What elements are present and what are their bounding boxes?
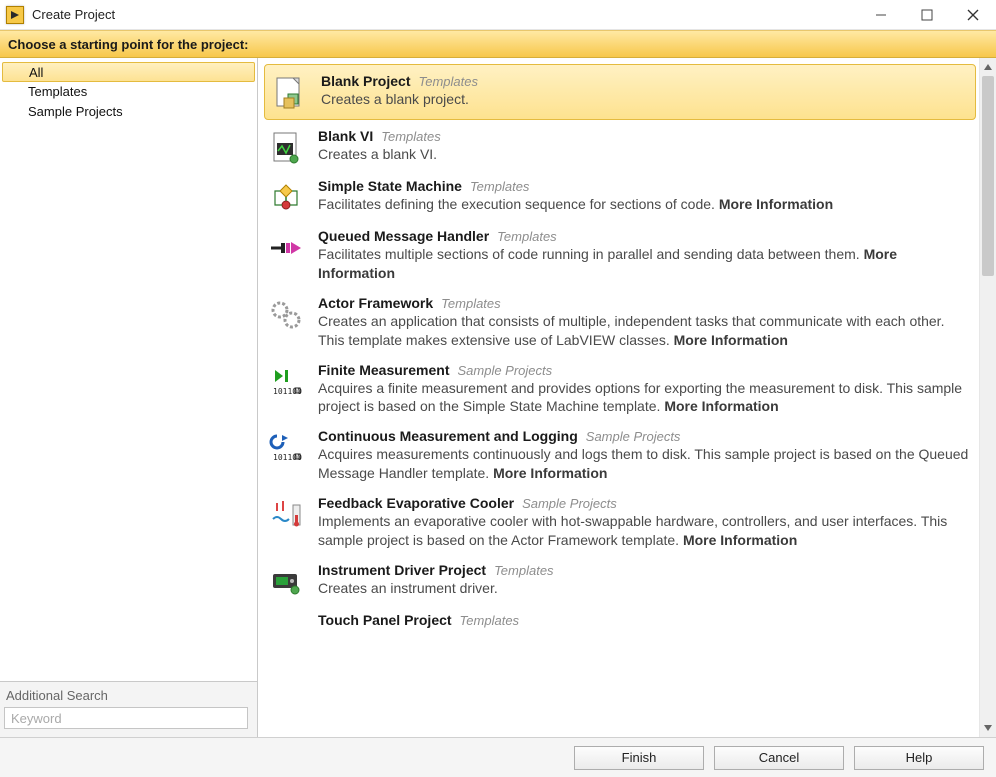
template-entry-simple-state-machine[interactable]: Simple State Machine Templates Facilitate… xyxy=(262,172,978,222)
scroll-thumb[interactable] xyxy=(982,76,994,276)
entry-desc: Implements an evaporative cooler with ho… xyxy=(318,512,970,550)
entry-category: Sample Projects xyxy=(457,363,552,378)
touch-panel-icon xyxy=(268,614,304,650)
entry-desc: Facilitates multiple sections of code ru… xyxy=(318,245,970,283)
keyword-input[interactable] xyxy=(4,707,248,729)
template-entry-touch-panel[interactable]: Touch Panel Project Templates xyxy=(262,606,978,650)
additional-search-label: Additional Search xyxy=(4,686,251,707)
more-information-link[interactable]: More Information xyxy=(719,196,833,212)
template-entry-blank-project[interactable]: Blank Project Templates Creates a blank p… xyxy=(264,64,976,120)
category-list: All Templates Sample Projects xyxy=(0,58,257,681)
entry-title: Blank Project xyxy=(321,73,410,89)
entry-category: Templates xyxy=(470,179,530,194)
scroll-up-arrow[interactable] xyxy=(980,58,996,76)
window-title: Create Project xyxy=(32,7,115,22)
more-information-link[interactable]: More Information xyxy=(683,532,797,548)
additional-search-panel: Additional Search xyxy=(0,681,257,737)
scroll-down-arrow[interactable] xyxy=(980,719,996,737)
template-entry-feedback-evaporative-cooler[interactable]: Feedback Evaporative Cooler Sample Projec… xyxy=(262,489,978,556)
instruction-text: Choose a starting point for the project: xyxy=(8,37,249,52)
instrument-driver-icon xyxy=(268,564,304,600)
entry-desc: Acquires a finite measurement and provid… xyxy=(318,379,970,417)
entry-desc: Creates a blank VI. xyxy=(318,145,970,164)
entry-title: Simple State Machine xyxy=(318,178,462,194)
sidebar-item-label: Sample Projects xyxy=(28,104,123,119)
instruction-bar: Choose a starting point for the project: xyxy=(0,30,996,58)
entry-desc: Acquires measurements continuously and l… xyxy=(318,445,970,483)
app-icon xyxy=(6,6,24,24)
more-information-link[interactable]: More Information xyxy=(493,465,607,481)
more-information-link[interactable]: More Information xyxy=(664,398,778,414)
template-entry-queued-message-handler[interactable]: Queued Message Handler Templates Facilita… xyxy=(262,222,978,289)
entry-category: Templates xyxy=(441,296,501,311)
sidebar-item-sample-projects[interactable]: Sample Projects xyxy=(0,102,257,122)
entry-title: Actor Framework xyxy=(318,295,433,311)
entry-desc: Creates an application that consists of … xyxy=(318,312,970,350)
main-area: All Templates Sample Projects Additional… xyxy=(0,58,996,737)
cancel-button[interactable]: Cancel xyxy=(714,746,844,770)
evaporative-cooler-icon xyxy=(268,497,304,533)
sidebar-item-all[interactable]: All xyxy=(2,62,255,82)
actor-framework-icon xyxy=(268,297,304,333)
blank-vi-icon xyxy=(268,130,304,166)
sidebar-item-templates[interactable]: Templates xyxy=(0,82,257,102)
minimize-button[interactable] xyxy=(858,0,904,30)
entry-category: Templates xyxy=(418,74,478,89)
entry-title: Touch Panel Project xyxy=(318,612,452,628)
entry-category: Templates xyxy=(381,129,441,144)
entry-category: Templates xyxy=(497,229,557,244)
close-button[interactable] xyxy=(950,0,996,30)
title-bar: Create Project xyxy=(0,0,996,30)
continuous-measurement-icon: 101100 xyxy=(268,430,304,466)
entry-category: Sample Projects xyxy=(522,496,617,511)
entry-category: Sample Projects xyxy=(586,429,681,444)
entry-title: Continuous Measurement and Logging xyxy=(318,428,578,444)
entry-title: Queued Message Handler xyxy=(318,228,489,244)
entry-title: Instrument Driver Project xyxy=(318,562,486,578)
entry-title: Feedback Evaporative Cooler xyxy=(318,495,514,511)
entry-desc: Facilitates defining the execution seque… xyxy=(318,195,970,214)
entry-category: Templates xyxy=(460,613,520,628)
template-entry-blank-vi[interactable]: Blank VI Templates Creates a blank VI. xyxy=(262,122,978,172)
sidebar-item-label: Templates xyxy=(28,84,87,99)
entry-category: Templates xyxy=(494,563,554,578)
vertical-scrollbar[interactable] xyxy=(979,58,996,737)
entry-desc: Creates a blank project. xyxy=(321,90,967,109)
entry-desc: Creates an instrument driver. xyxy=(318,579,970,598)
maximize-button[interactable] xyxy=(904,0,950,30)
template-entry-continuous-measurement[interactable]: 101100 Continuous Measurement and Loggin… xyxy=(262,422,978,489)
template-entry-finite-measurement[interactable]: 101100 Finite Measurement Sample Projects… xyxy=(262,356,978,423)
scroll-track[interactable] xyxy=(980,76,996,719)
sidebar: All Templates Sample Projects Additional… xyxy=(0,58,258,737)
template-entry-actor-framework[interactable]: Actor Framework Templates Creates an appl… xyxy=(262,289,978,356)
finite-measurement-icon: 101100 xyxy=(268,364,304,400)
help-button[interactable]: Help xyxy=(854,746,984,770)
footer-bar: Finish Cancel Help xyxy=(0,737,996,777)
queued-message-icon xyxy=(268,230,304,266)
blank-project-icon xyxy=(271,75,307,111)
finish-button[interactable]: Finish xyxy=(574,746,704,770)
more-information-link[interactable]: More Information xyxy=(674,332,788,348)
state-machine-icon xyxy=(268,180,304,216)
template-list-pane: Blank Project Templates Creates a blank p… xyxy=(258,58,996,737)
entry-title: Finite Measurement xyxy=(318,362,449,378)
entry-title: Blank VI xyxy=(318,128,373,144)
template-list[interactable]: Blank Project Templates Creates a blank p… xyxy=(262,62,978,733)
template-entry-instrument-driver[interactable]: Instrument Driver Project Templates Creat… xyxy=(262,556,978,606)
sidebar-item-label: All xyxy=(29,65,43,80)
